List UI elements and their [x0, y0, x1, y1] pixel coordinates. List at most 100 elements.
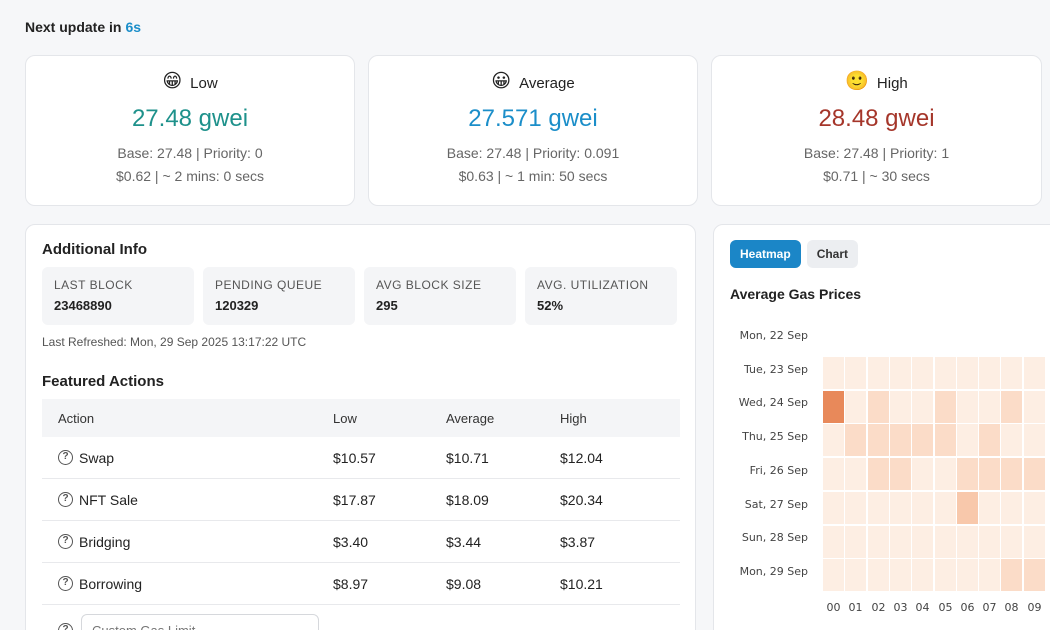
smiling-face-icon: 😀 [491, 71, 512, 92]
heatmap-cell[interactable] [868, 559, 889, 591]
heatmap-cell[interactable] [912, 391, 933, 423]
tab-heatmap[interactable]: Heatmap [730, 240, 801, 268]
heatmap-cell[interactable] [957, 559, 978, 591]
heatmap-cell[interactable] [935, 424, 956, 456]
heatmap-cell[interactable] [935, 526, 956, 558]
heatmap-cell[interactable] [979, 357, 1000, 389]
heatmap-cell[interactable] [912, 458, 933, 490]
heatmap-cell[interactable] [1001, 391, 1022, 423]
card-label: Low [190, 75, 218, 92]
heatmap-hour-label: 05 [938, 601, 953, 614]
heatmap-cell[interactable] [935, 559, 956, 591]
help-icon[interactable]: ? [58, 492, 73, 507]
heatmap-cell[interactable] [979, 559, 1000, 591]
column-header: Average [446, 410, 495, 426]
heatmap-cell[interactable] [912, 492, 933, 524]
help-icon[interactable]: ? [58, 622, 73, 630]
heatmap-cell[interactable] [935, 458, 956, 490]
heatmap-cell[interactable] [912, 526, 933, 558]
heatmap-hour-label: 09 [1027, 601, 1042, 614]
card-label: Average [519, 75, 575, 92]
heatmap-cell[interactable] [1001, 458, 1022, 490]
heatmap-cell[interactable] [868, 391, 889, 423]
heatmap-cell[interactable] [823, 559, 844, 591]
help-icon[interactable]: ? [58, 576, 73, 591]
heatmap-cell[interactable] [845, 559, 866, 591]
heatmap-cell[interactable] [957, 526, 978, 558]
heatmap-cell[interactable] [890, 526, 911, 558]
heatmap-cell[interactable] [979, 492, 1000, 524]
heatmap-day-label: Thu, 25 Sep [742, 430, 808, 443]
heatmap-cell[interactable] [845, 458, 866, 490]
heatmap-cell[interactable] [823, 357, 844, 389]
heatmap-cell[interactable] [868, 492, 889, 524]
info-panel: Additional Info LAST BLOCK 23468890 PEND… [25, 224, 696, 630]
heatmap-day-label: Mon, 22 Sep [739, 329, 808, 342]
heatmap-cell[interactable] [912, 357, 933, 389]
heatmap-cell[interactable] [890, 458, 911, 490]
heatmap-cell[interactable] [845, 526, 866, 558]
heatmap-cell[interactable] [979, 424, 1000, 456]
custom-gas-limit-input[interactable] [81, 614, 319, 630]
heatmap-cell[interactable] [868, 357, 889, 389]
heatmap-cell[interactable] [957, 492, 978, 524]
heatmap-cell[interactable] [935, 391, 956, 423]
heatmap-cell[interactable] [912, 424, 933, 456]
heatmap-cell[interactable] [957, 424, 978, 456]
heatmap-cell[interactable] [1024, 357, 1045, 389]
heatmap-cell[interactable] [935, 492, 956, 524]
stat-avg-utilization: AVG. UTILIZATION 52% [525, 267, 677, 325]
heatmap-cell[interactable] [868, 526, 889, 558]
heatmap-cell[interactable] [979, 391, 1000, 423]
heatmap-cell[interactable] [1001, 526, 1022, 558]
heatmap-cell[interactable] [957, 357, 978, 389]
heatmap-cell[interactable] [979, 526, 1000, 558]
table-row: ? Swap $10.57 $10.71 $12.04 [42, 437, 680, 479]
high-cost: $12.04 [560, 449, 603, 466]
heatmap-cell[interactable] [890, 424, 911, 456]
heatmap-cell[interactable] [935, 357, 956, 389]
heatmap-cell[interactable] [823, 391, 844, 423]
heatmap-cell[interactable] [957, 458, 978, 490]
heatmap-cell[interactable] [912, 559, 933, 591]
featured-actions-title: Featured Actions [42, 373, 164, 390]
average-cost: $3.44 [446, 533, 482, 550]
heatmap-day-label: Mon, 29 Sep [739, 565, 808, 578]
heatmap-cell[interactable] [823, 492, 844, 524]
heatmap-cell[interactable] [1024, 559, 1045, 591]
heatmap-cell[interactable] [868, 458, 889, 490]
help-icon[interactable]: ? [58, 450, 73, 465]
heatmap-cell[interactable] [845, 492, 866, 524]
heatmap-hour-label: 01 [848, 601, 863, 614]
heatmap-cell[interactable] [890, 357, 911, 389]
heatmap-cell[interactable] [957, 391, 978, 423]
heatmap-cell[interactable] [1001, 357, 1022, 389]
heatmap-cell[interactable] [1001, 424, 1022, 456]
heatmap-cell[interactable] [1024, 492, 1045, 524]
heatmap-cell[interactable] [823, 526, 844, 558]
column-header: High [560, 410, 587, 426]
heatmap-cell[interactable] [823, 458, 844, 490]
heatmap-cell[interactable] [1024, 526, 1045, 558]
heatmap-cell[interactable] [890, 492, 911, 524]
heatmap-cell[interactable] [845, 391, 866, 423]
gas-card-average: 😀 Average 27.571 gwei Base: 27.48 | Prio… [368, 55, 698, 206]
heatmap-cell[interactable] [845, 424, 866, 456]
heatmap-cell[interactable] [845, 357, 866, 389]
card-label: High [876, 75, 908, 92]
heatmap-hour-label: 00 [826, 601, 841, 614]
low-cost: $3.40 [333, 533, 369, 550]
action-name: Borrowing [79, 575, 143, 592]
heatmap-cell[interactable] [1024, 424, 1045, 456]
help-icon[interactable]: ? [58, 534, 73, 549]
heatmap-cell[interactable] [890, 559, 911, 591]
heatmap-cell[interactable] [1024, 458, 1045, 490]
heatmap-cell[interactable] [1001, 492, 1022, 524]
heatmap-cell[interactable] [1001, 559, 1022, 591]
heatmap-cell[interactable] [868, 424, 889, 456]
tab-chart[interactable]: Chart [806, 240, 859, 268]
heatmap-cell[interactable] [890, 391, 911, 423]
heatmap-cell[interactable] [823, 424, 844, 456]
heatmap-cell[interactable] [979, 458, 1000, 490]
heatmap-cell[interactable] [1024, 391, 1045, 423]
